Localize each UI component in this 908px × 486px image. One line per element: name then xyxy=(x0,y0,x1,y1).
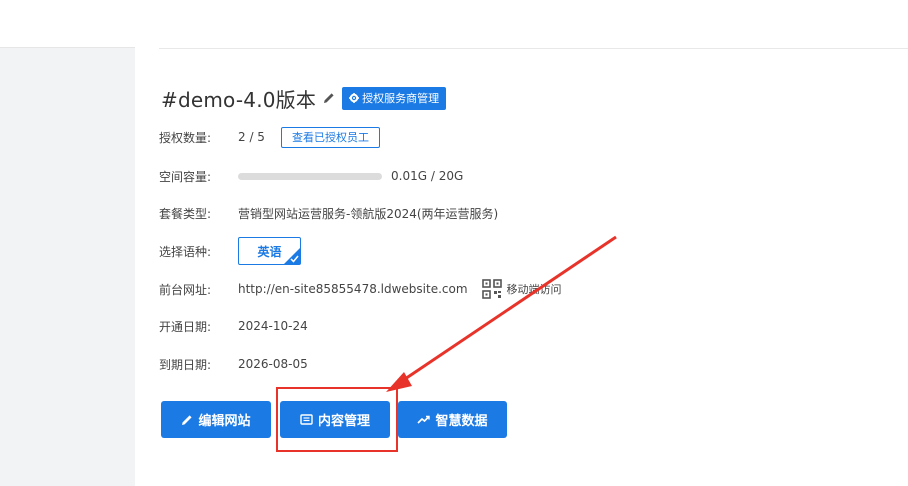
language-option-english[interactable]: 英语 xyxy=(238,237,301,265)
smart-data-button[interactable]: 智慧数据 xyxy=(398,401,507,438)
language-option-label: 英语 xyxy=(257,244,282,259)
auth-count-row: 授权数量: 2 / 5 查看已授权员工 xyxy=(159,126,380,148)
expire-date-label: 到期日期: xyxy=(159,357,212,372)
edit-site-button[interactable]: 编辑网站 xyxy=(161,401,271,438)
annotation-highlight-box xyxy=(276,387,398,452)
view-authorized-staff-button[interactable]: 查看已授权员工 xyxy=(280,126,380,148)
check-icon xyxy=(290,255,299,263)
open-date-value: 2024-10-24 xyxy=(238,319,308,333)
open-date-row: 开通日期: 2024-10-24 xyxy=(159,316,308,336)
auth-count-label: 授权数量: xyxy=(159,130,212,145)
auth-count-value: 2 / 5 xyxy=(238,130,265,144)
auth-provider-manage-label: 授权服务商管理 xyxy=(362,92,440,105)
open-date-label: 开通日期: xyxy=(159,319,212,334)
package-row: 套餐类型: 营销型网站运营服务-领航版2024(两年运营服务) xyxy=(159,203,498,223)
frontend-url-link[interactable]: http://en-site85855478.ldwebsite.com xyxy=(238,282,468,296)
frontend-url-label: 前台网址: xyxy=(159,282,212,297)
edit-title-pencil-icon[interactable] xyxy=(322,91,336,105)
expire-date-value: 2026-08-05 xyxy=(238,357,308,371)
mobile-visit-label: 移动端访问 xyxy=(506,283,562,296)
package-value: 营销型网站运营服务-领航版2024(两年运营服务) xyxy=(238,206,499,221)
smart-data-label: 智慧数据 xyxy=(435,414,488,429)
trend-chart-icon xyxy=(417,415,431,424)
storage-text: 0.01G / 20G xyxy=(391,169,464,183)
auth-provider-manage-button[interactable]: 授权服务商管理 xyxy=(342,86,447,110)
left-sidebar xyxy=(0,0,135,486)
storage-row: 空间容量: 0.01G / 20G xyxy=(159,166,463,186)
site-title-row: #demo-4.0版本 授权服务商管理 xyxy=(161,84,447,112)
top-divider xyxy=(159,48,908,49)
frontend-url-row: 前台网址: http://en-site85855478.ldwebsite.c… xyxy=(159,279,562,299)
pencil-icon xyxy=(182,414,193,425)
expire-date-row: 到期日期: 2026-08-05 xyxy=(159,354,308,374)
sidebar-header-strip xyxy=(0,0,135,48)
storage-progress-bar xyxy=(238,172,382,180)
mobile-visit-button[interactable]: 移动端访问 xyxy=(481,279,562,299)
package-label: 套餐类型: xyxy=(159,206,212,221)
site-title: #demo-4.0版本 xyxy=(161,87,317,112)
storage-label: 空间容量: xyxy=(159,169,212,184)
language-row: 选择语种: 英语 xyxy=(159,237,301,265)
qr-code-icon xyxy=(481,279,502,299)
gear-icon xyxy=(349,93,360,103)
edit-site-label: 编辑网站 xyxy=(198,414,251,429)
language-label: 选择语种: xyxy=(159,244,212,259)
